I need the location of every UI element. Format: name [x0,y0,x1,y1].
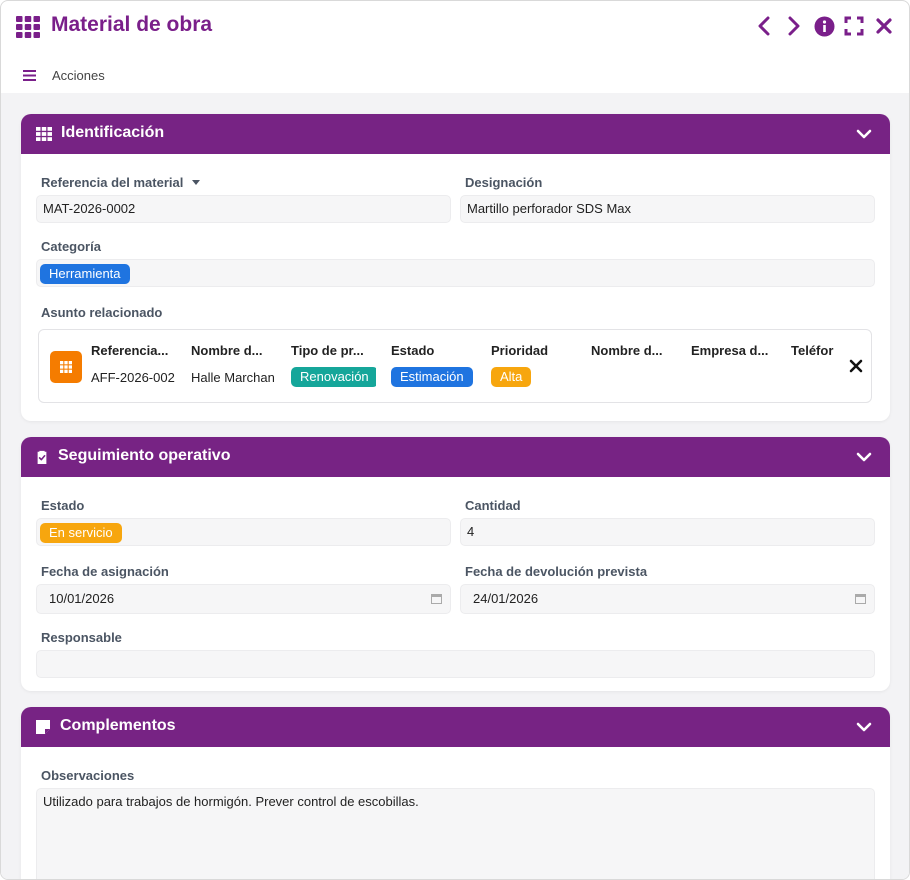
priority-tag: Alta [491,367,532,387]
chevron-down-icon[interactable] [856,127,872,141]
actions-bar: Acciones [1,61,909,91]
chevron-down-icon[interactable] [856,720,872,734]
panel-header-complementos[interactable]: Complementos [21,707,890,747]
col-header: Nombre d... [191,343,263,358]
panel-header-identificacion[interactable]: Identificación [21,114,890,154]
col-header: Estado [391,343,435,358]
observaciones-label: Observaciones [41,768,135,783]
col-header: Empresa d... [691,343,769,358]
asunto-label: Asunto relacionado [41,305,163,320]
cell-name: Halle Marchan [191,370,275,385]
form-content: Identificación Referencia del material M… [1,93,909,879]
table-icon [36,127,52,141]
related-record-icon [50,351,82,383]
calendar-icon[interactable] [855,593,866,604]
window-title: Material de obra [51,13,213,36]
window-controls [753,15,895,37]
fullscreen-icon[interactable] [843,15,865,37]
remove-relation-icon[interactable] [849,359,863,373]
fecha-devolucion-field[interactable]: 24/01/2026 [460,584,875,614]
designacion-label: Designación [465,175,543,190]
panel-title: Identificación [61,124,165,141]
fecha-asignacion-value: 10/01/2026 [49,591,115,606]
categoria-label: Categoría [41,239,101,254]
cell-priority: Alta [491,367,581,387]
close-icon[interactable] [873,15,895,37]
cell-type: Renovación [291,367,376,387]
panel-title: Complementos [60,717,176,734]
fecha-devolucion-label: Fecha de devolución prevista [465,564,648,579]
fecha-asignacion-label: Fecha de asignación [41,564,169,579]
categoria-field[interactable]: Herramienta [36,259,875,287]
cell-status: Estimación [391,367,481,387]
panel-complementos: Complementos Observaciones Utilizado par… [21,707,890,879]
caret-down-icon[interactable] [192,180,200,185]
col-header: Nombre d... [591,343,663,358]
col-header: Referencia... [91,343,169,358]
panel-title: Seguimiento operativo [58,447,231,464]
responsable-label: Responsable [41,630,122,645]
grid-icon [60,361,72,373]
panel-seguimiento: Seguimiento operativo Estado En servicio… [21,437,890,691]
chevron-down-icon[interactable] [856,450,872,464]
chevron-left-icon[interactable] [753,15,775,37]
title-bar: Material de obra [1,1,909,53]
related-record[interactable]: Referencia... Nombre d... Tipo de pr... … [38,329,872,403]
col-header: Tipo de pr... [291,343,364,358]
categoria-tag: Herramienta [40,264,130,284]
note-icon [36,720,50,734]
cell-reference: AFF-2026-002 [91,370,175,385]
col-header: Teléfor [791,343,834,358]
cantidad-label: Cantidad [465,498,521,513]
chevron-right-icon[interactable] [783,15,805,37]
hamburger-menu-icon[interactable] [23,70,36,81]
window: Material de obra Acciones Identificación… [0,0,910,880]
estado-field[interactable]: En servicio [36,518,451,546]
cantidad-field[interactable]: 4 [460,518,875,546]
responsable-field[interactable] [36,650,875,678]
panel-identificacion: Identificación Referencia del material M… [21,114,890,421]
estado-label: Estado [41,498,85,513]
type-tag: Renovación [291,367,376,387]
ref-label: Referencia del material [41,175,184,190]
status-tag: Estimación [391,367,473,387]
calendar-icon[interactable] [431,593,442,604]
grid-icon [16,16,40,38]
estado-tag: En servicio [40,523,122,543]
clipboard-check-icon [37,450,47,464]
info-icon[interactable] [813,15,835,37]
fecha-asignacion-field[interactable]: 10/01/2026 [36,584,451,614]
panel-header-seguimiento[interactable]: Seguimiento operativo [21,437,890,477]
col-header: Prioridad [491,343,549,358]
fecha-devolucion-value: 24/01/2026 [473,591,539,606]
designacion-field[interactable]: Martillo perforador SDS Max [460,195,875,223]
ref-field[interactable]: MAT-2026-0002 [36,195,451,223]
actions-menu[interactable]: Acciones [52,68,105,83]
observaciones-textarea[interactable]: Utilizado para trabajos de hormigón. Pre… [36,788,875,879]
